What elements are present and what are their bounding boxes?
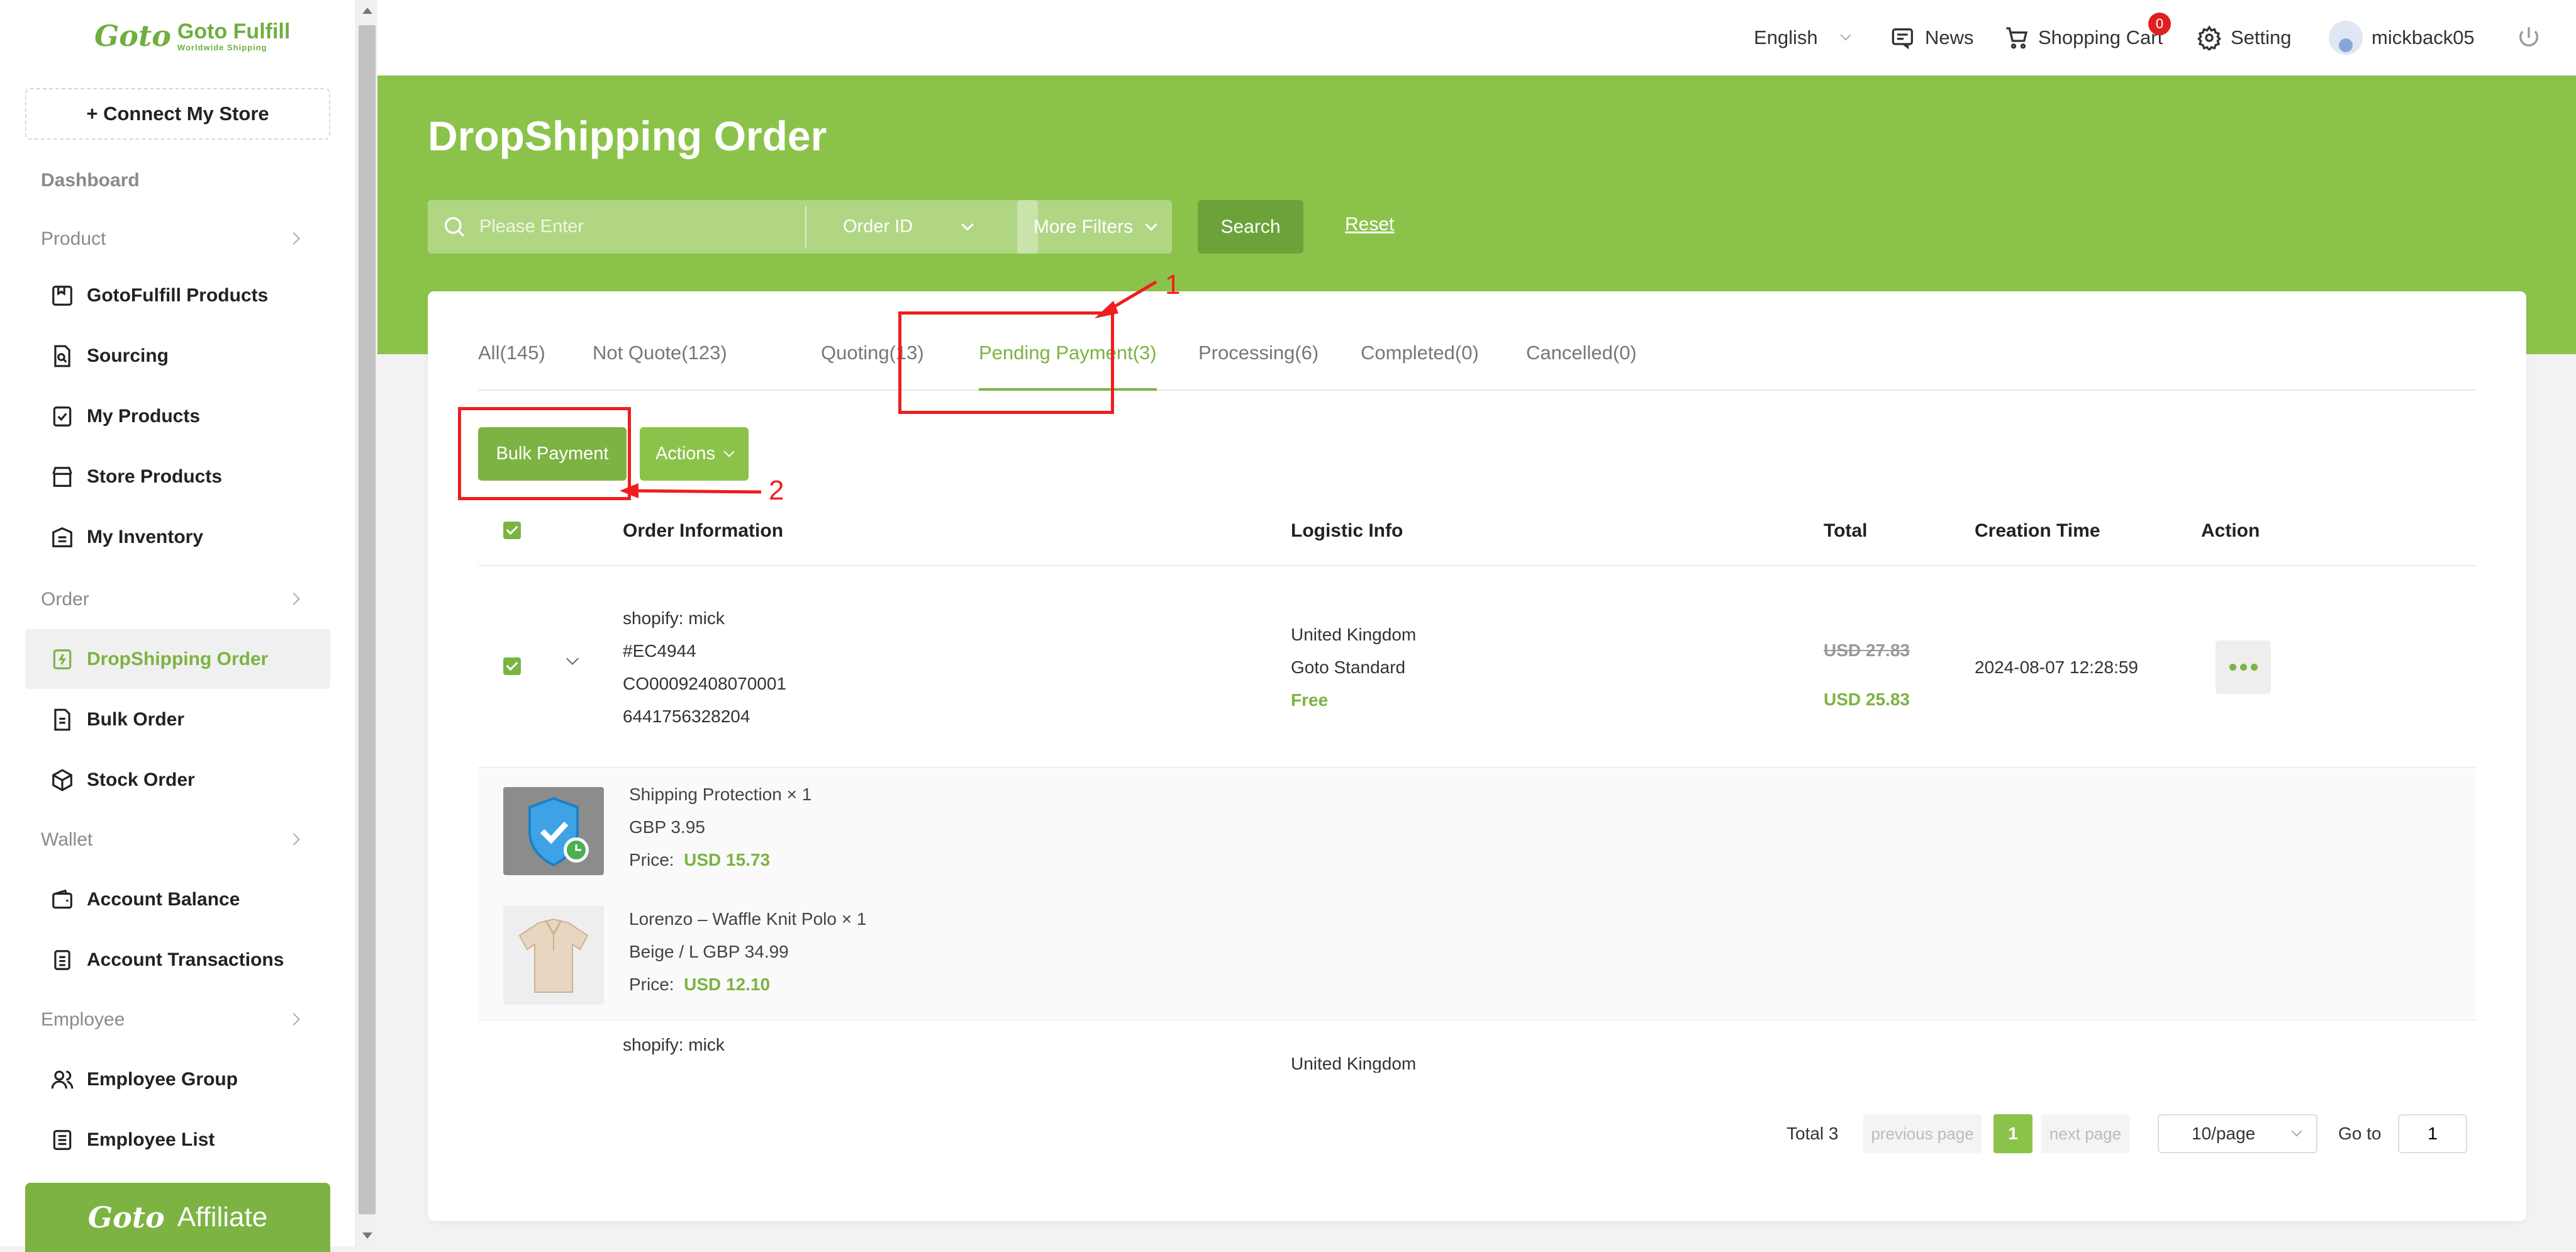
arrow-head-icon [620,483,638,498]
annotation-arrows [620,280,1157,498]
annotation-number-1: 1 [1165,269,1181,300]
annotation-number-2: 2 [769,475,784,506]
arrow-head-icon [1095,301,1118,318]
annotation-arrow-2 [628,489,762,494]
